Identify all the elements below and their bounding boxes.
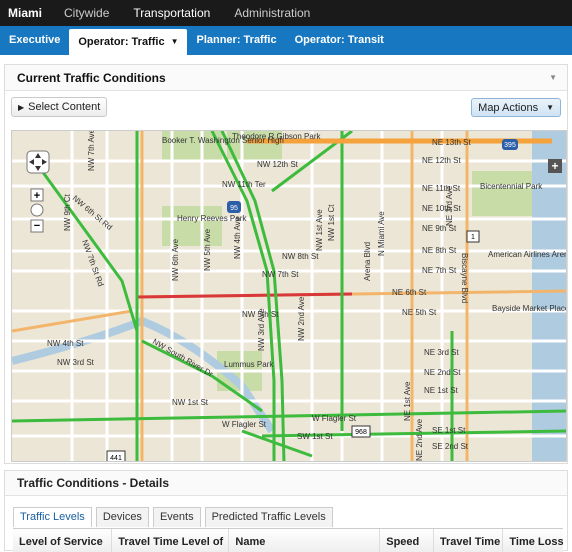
shield-441: 441 xyxy=(110,455,122,462)
map-label: W Flagler St xyxy=(222,420,267,429)
shield-95: 95 xyxy=(230,205,238,212)
map-label: NE 3rd St xyxy=(424,348,459,357)
map-label: NE 2nd Ave xyxy=(415,418,424,461)
top-navigation-bar: Miami Citywide Transportation Administra… xyxy=(0,0,572,26)
map-label: NE 8th St xyxy=(422,246,457,255)
map-label: NW 7th Ave xyxy=(87,131,96,171)
map-label: NW 3rd St xyxy=(57,358,95,367)
map-label: NW 1st St xyxy=(172,398,209,407)
current-conditions-panel: Current Traffic Conditions ▼ ▶ Select Con… xyxy=(4,64,568,464)
map-label: NW 4th Ave xyxy=(233,216,242,259)
select-content-button[interactable]: ▶ Select Content xyxy=(11,97,108,117)
map-label: Lummus Park xyxy=(224,360,274,369)
map-label: NW 1st Ave xyxy=(315,209,324,251)
map-label: Arena Blvd xyxy=(363,242,372,281)
brand-label[interactable]: Miami xyxy=(0,6,52,20)
shield-968: 968 xyxy=(355,429,367,436)
details-tabs: Traffic Levels Devices Events Predicted … xyxy=(13,507,333,527)
tab-operator-traffic-label: Operator: Traffic xyxy=(78,36,165,48)
tab-operator-transit[interactable]: Operator: Transit xyxy=(286,26,393,55)
panel-header: Current Traffic Conditions ▼ xyxy=(5,65,567,91)
map-canvas: Booker T. Washington Senior High Theodor… xyxy=(12,131,567,462)
park-area xyxy=(472,171,537,216)
map-label: NW 1st Ct xyxy=(327,204,336,241)
tab-predicted-traffic-levels[interactable]: Predicted Traffic Levels xyxy=(204,507,333,527)
collapse-icon[interactable]: ▼ xyxy=(549,73,557,82)
map-label: NE 6th St xyxy=(392,288,427,297)
sub-navigation-bar: Executive Operator: Traffic ▼ Planner: Tr… xyxy=(0,26,572,55)
chevron-down-icon: ▼ xyxy=(546,103,554,112)
map-label: NW 9th Ct xyxy=(63,193,72,231)
nav-citywide[interactable]: Citywide xyxy=(52,0,121,26)
map-label: NE 7th St xyxy=(422,266,457,275)
pan-control-icon[interactable]: + − xyxy=(21,149,55,249)
map-label: NE 12th St xyxy=(422,156,461,165)
map-label: NE 2nd St xyxy=(424,368,461,377)
nav-transportation[interactable]: Transportation xyxy=(121,0,222,26)
map-label: NE 13th St xyxy=(432,138,471,147)
map-label: Biscayne Blvd xyxy=(460,253,469,303)
details-grid-header: Level of Service Travel Time Level of Na… xyxy=(13,528,563,552)
chevron-down-icon[interactable]: ▼ xyxy=(171,29,179,55)
map-label: NW 3rd Ave xyxy=(257,308,266,351)
map-label: NE 5th St xyxy=(402,308,437,317)
map-label: NE 1st Ave xyxy=(403,381,412,421)
map-label: NW 4th St xyxy=(47,339,84,348)
map-label: SE 2nd St xyxy=(432,442,469,451)
map-label: SE 1st St xyxy=(432,426,466,435)
map-label: NW 11th Ter xyxy=(222,180,266,189)
map-label: W Flagler St xyxy=(312,414,357,423)
map-label: Bicentennial Park xyxy=(480,182,543,191)
map-zoom-controls: + − xyxy=(21,149,55,249)
tab-events[interactable]: Events xyxy=(152,507,201,527)
map-label: NE 1st St xyxy=(424,386,459,395)
map-label: Theodore R Gibson Park xyxy=(232,132,321,141)
map-label: NW 7th St xyxy=(262,270,299,279)
map-label: NW 2nd Ave xyxy=(297,296,306,341)
svg-text:−: − xyxy=(34,220,40,232)
shield-1: 1 xyxy=(471,234,475,241)
triangle-right-icon: ▶ xyxy=(18,102,25,112)
tab-executive[interactable]: Executive xyxy=(0,26,69,55)
traffic-details-panel: Traffic Conditions - Details Traffic Lev… xyxy=(4,470,568,552)
select-content-label: Select Content xyxy=(28,101,101,113)
tab-traffic-levels[interactable]: Traffic Levels xyxy=(13,507,92,527)
map-actions-label: Map Actions xyxy=(478,101,539,114)
map-label: Bayside Market Place xyxy=(492,304,567,313)
map-label: SW 1st St xyxy=(297,432,333,441)
tab-operator-traffic[interactable]: Operator: Traffic ▼ xyxy=(69,29,188,55)
map-label: American Airlines Arena xyxy=(488,250,567,259)
map-label: NW 8th St xyxy=(282,252,319,261)
column-name[interactable]: Name xyxy=(229,529,381,552)
tab-planner-traffic[interactable]: Planner: Traffic xyxy=(187,26,285,55)
map-actions-button[interactable]: Map Actions ▼ xyxy=(471,98,561,117)
column-time-loss[interactable]: Time Loss xyxy=(503,529,563,552)
map-label: NW 12th St xyxy=(257,160,299,169)
map-label: NE 11th St xyxy=(422,184,461,193)
column-travel-time-level[interactable]: Travel Time Level of xyxy=(112,529,230,552)
expand-layers-icon[interactable]: + xyxy=(548,159,562,173)
tab-devices[interactable]: Devices xyxy=(95,507,149,527)
map-label: N Miami Ave xyxy=(377,211,386,256)
map-label: NE 10th St xyxy=(422,204,461,213)
column-level-of-service[interactable]: Level of Service xyxy=(13,529,113,552)
svg-text:+: + xyxy=(34,190,40,202)
map-label: NE 3rd Ave xyxy=(445,185,454,226)
details-title: Traffic Conditions - Details xyxy=(5,471,567,496)
nav-administration[interactable]: Administration xyxy=(222,0,322,26)
traffic-map[interactable]: Booker T. Washington Senior High Theodor… xyxy=(11,130,567,462)
map-label: NW 5th Ave xyxy=(203,228,212,271)
panel-title: Current Traffic Conditions xyxy=(17,70,166,85)
shield-395: 395 xyxy=(504,142,516,149)
column-speed[interactable]: Speed xyxy=(380,529,434,552)
map-label: NW 6th Ave xyxy=(171,238,180,281)
column-travel-time[interactable]: Travel Time xyxy=(434,529,504,552)
